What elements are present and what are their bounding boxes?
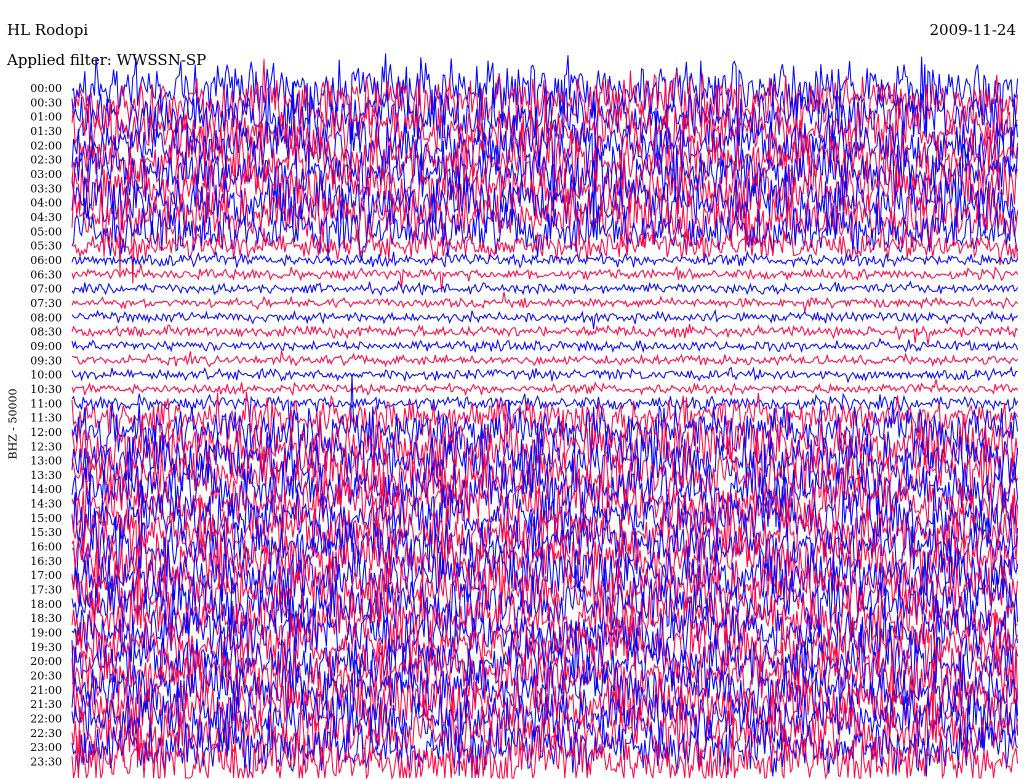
time-tick-label: 16:00	[30, 541, 62, 554]
time-tick-label: 06:00	[30, 254, 62, 267]
trace-row	[71, 379, 1019, 397]
time-tick-label: 23:30	[30, 756, 62, 769]
time-tick-label: 15:00	[30, 512, 62, 525]
time-tick-label: 07:00	[30, 283, 62, 296]
time-tick-label: 11:00	[30, 397, 62, 410]
time-tick-label: 02:30	[30, 154, 62, 167]
time-tick-label: 09:30	[30, 354, 62, 367]
time-tick-label: 18:00	[30, 598, 62, 611]
time-tick-label: 00:30	[30, 96, 62, 109]
trace-row	[71, 365, 1018, 384]
time-tick-label: 17:00	[30, 569, 62, 582]
time-tick-label: 06:30	[30, 268, 62, 281]
time-tick-label: 10:30	[30, 383, 62, 396]
time-tick-label: 16:30	[30, 555, 62, 568]
time-tick-label: 20:00	[30, 655, 62, 668]
time-tick-label: 11:30	[30, 412, 62, 425]
trace-row	[71, 350, 1018, 368]
time-tick-label: 08:00	[30, 311, 62, 324]
time-tick-label: 19:30	[30, 641, 62, 654]
time-tick-label: 19:00	[30, 627, 62, 640]
time-tick-label: 21:30	[30, 698, 62, 711]
time-tick-label: 01:30	[30, 125, 62, 138]
time-tick-label: 00:00	[30, 82, 62, 95]
time-tick-label: 15:30	[30, 526, 62, 539]
time-tick-label: 08:30	[30, 326, 62, 339]
time-tick-label: 04:00	[30, 197, 62, 210]
time-tick-label: 03:00	[30, 168, 62, 181]
time-tick-label: 22:30	[30, 727, 62, 740]
time-tick-label: 05:00	[30, 225, 62, 238]
time-tick-label: 01:00	[30, 111, 62, 124]
trace-row	[71, 280, 1019, 297]
time-tick-label: 23:00	[30, 741, 62, 754]
time-tick-label: 21:00	[30, 684, 62, 697]
trace-row	[71, 324, 1018, 345]
time-tick-label: 17:30	[30, 584, 62, 597]
time-tick-label: 14:30	[30, 498, 62, 511]
time-tick-label: 02:00	[30, 139, 62, 152]
trace-row	[71, 337, 1019, 354]
trace-row	[71, 308, 1018, 329]
time-tick-label: 04:30	[30, 211, 62, 224]
time-tick-label: 22:00	[30, 713, 62, 726]
helicorder-plot: 00:0000:30 01:0001:3002:00 02:3003:0003:30…	[30, 53, 1019, 780]
time-tick-label: 09:00	[30, 340, 62, 353]
time-tick-label: 13:30	[30, 469, 62, 482]
time-tick-label: 12:30	[30, 440, 62, 453]
time-tick-label: 05:30	[30, 240, 62, 253]
time-tick-labels: 00:0000:30 01:0001:3002:00 02:3003:0003:30…	[30, 82, 62, 769]
time-tick-label: 20:30	[30, 670, 62, 683]
time-tick-label: 18:30	[30, 612, 62, 625]
time-tick-label: 14:00	[30, 483, 62, 496]
time-tick-label: 10:00	[30, 369, 62, 382]
time-tick-label: 03:30	[30, 182, 62, 195]
time-tick-label: 07:30	[30, 297, 62, 310]
time-tick-label: 12:00	[30, 426, 62, 439]
trace-layer	[71, 53, 1019, 780]
trace-row	[71, 291, 1018, 312]
time-tick-label: 13:00	[30, 455, 62, 468]
